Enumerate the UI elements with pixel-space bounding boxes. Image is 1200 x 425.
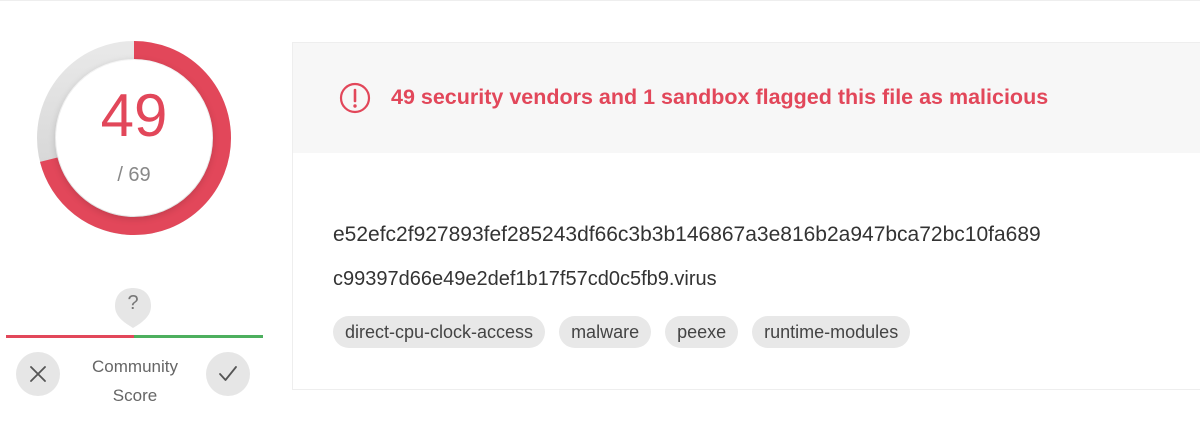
community-label-line2: Score — [112, 386, 158, 405]
tag[interactable]: runtime-modules — [752, 316, 911, 348]
detection-alert-text: 49 security vendors and 1 sandbox flagge… — [391, 85, 1049, 109]
community-positive-bar — [134, 335, 263, 338]
detection-alert: 49 security vendors and 1 sandbox flagge… — [293, 43, 1200, 153]
file-summary-panel: 49 security vendors and 1 sandbox flagge… — [292, 42, 1200, 390]
community-score-label: Community Score — [70, 352, 200, 410]
alert-circle-icon — [339, 82, 371, 114]
community-label-line1: Community — [92, 357, 178, 376]
tag[interactable]: malware — [559, 316, 652, 348]
file-hash[interactable]: e52efc2f927893fef285243df66c3b3b146867a3… — [333, 223, 1041, 247]
community-negative-bar — [6, 335, 134, 338]
x-icon — [30, 366, 46, 382]
community-score: ? Community Score — [0, 286, 270, 416]
check-icon — [219, 366, 237, 381]
detection-count: 49 — [100, 82, 168, 149]
vote-harmless-button[interactable] — [206, 352, 250, 396]
community-score-value: ? — [127, 292, 139, 314]
tag[interactable]: peexe — [665, 316, 739, 348]
detection-score-gauge: 49 / 69 — [36, 40, 232, 236]
vote-malicious-button[interactable] — [16, 352, 60, 396]
tag-list: direct-cpu-clock-access malware peexe ru… — [333, 316, 911, 348]
top-divider — [0, 0, 1200, 1]
file-name: c99397d66e49e2def1b17f57cd0c5fb9.virus — [333, 268, 717, 290]
tag[interactable]: direct-cpu-clock-access — [333, 316, 546, 348]
engine-total: / 69 — [117, 164, 151, 186]
